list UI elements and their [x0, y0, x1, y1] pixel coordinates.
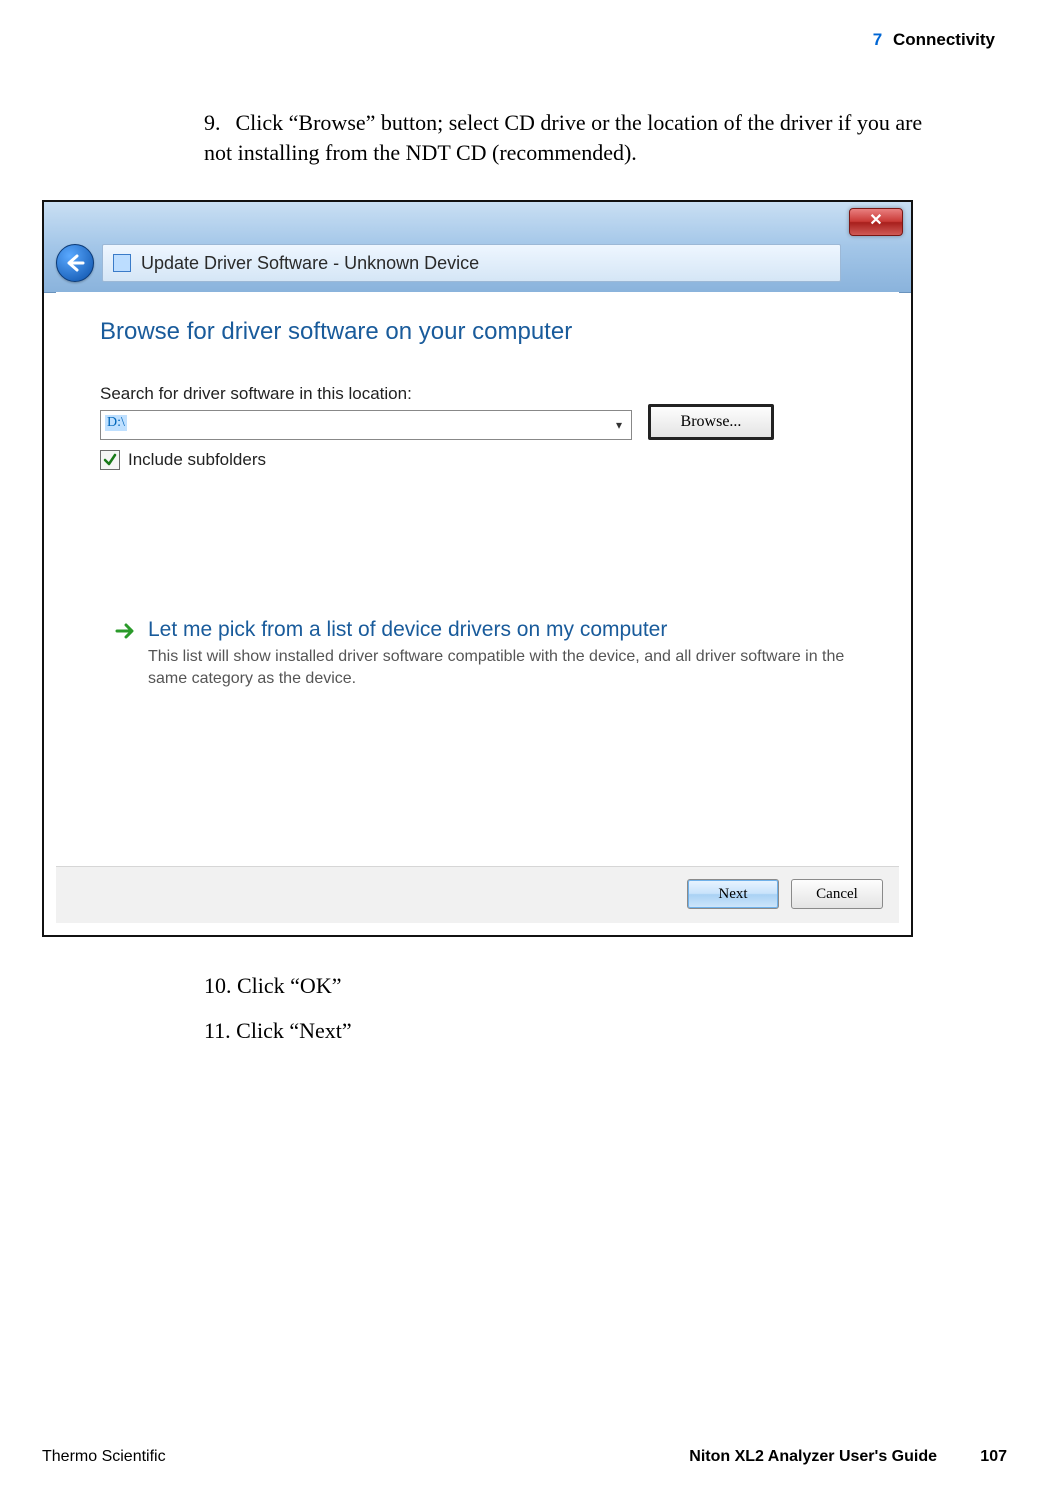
footer-page-number: 107 — [980, 1448, 1007, 1466]
footer-brand: Thermo Scientific — [42, 1448, 166, 1465]
search-location-label: Search for driver software in this locat… — [100, 384, 412, 404]
dialog-heading: Browse for driver software on your compu… — [100, 318, 572, 346]
chevron-down-icon: ▾ — [611, 415, 627, 435]
screenshot-window: Update Driver Software - Unknown Device … — [42, 200, 913, 937]
include-subfolders-row: Include subfolders — [100, 450, 266, 470]
pick-from-list-link[interactable]: Let me pick from a list of device driver… — [114, 618, 869, 689]
browse-button[interactable]: Browse... — [648, 404, 774, 440]
dialog-button-bar: Next Cancel — [56, 866, 899, 923]
pick-from-list-description: This list will show installed driver sof… — [148, 646, 868, 689]
step-9-text: Click “Browse” button; select CD drive o… — [204, 110, 922, 165]
close-button[interactable]: ✕ — [849, 208, 903, 236]
cancel-button[interactable]: Cancel — [791, 879, 883, 909]
dialog-body: Browse for driver software on your compu… — [56, 292, 899, 923]
page-footer: Thermo Scientific Niton XL2 Analyzer Use… — [42, 1448, 1007, 1466]
checkmark-icon — [103, 453, 117, 467]
step-10: 10. Click “OK” — [204, 971, 341, 1001]
step-9: 9. Click “Browse” button; select CD driv… — [204, 108, 944, 167]
next-button[interactable]: Next — [687, 879, 779, 909]
back-arrow-icon — [65, 254, 85, 272]
footer-guide: Niton XL2 Analyzer User's Guide — [689, 1448, 937, 1466]
back-button[interactable] — [56, 244, 94, 282]
titlebar: Update Driver Software - Unknown Device … — [44, 202, 911, 293]
arrow-right-icon — [114, 620, 136, 642]
window-icon — [113, 254, 131, 272]
page-header: 7 Connectivity — [873, 30, 995, 50]
include-subfolders-label: Include subfolders — [128, 450, 266, 470]
location-value: D:\ — [105, 415, 127, 431]
window-title-strip: Update Driver Software - Unknown Device — [102, 244, 841, 282]
pick-from-list-title: Let me pick from a list of device driver… — [148, 618, 869, 642]
include-subfolders-checkbox[interactable] — [100, 450, 120, 470]
location-combobox[interactable]: D:\ ▾ — [100, 410, 632, 440]
step-11: 11. Click “Next” — [204, 1016, 352, 1046]
step-9-number: 9. — [204, 108, 230, 138]
window-title: Update Driver Software - Unknown Device — [141, 253, 479, 274]
chapter-number: 7 — [873, 30, 882, 49]
chapter-title: Connectivity — [893, 30, 995, 49]
close-icon: ✕ — [869, 212, 882, 229]
